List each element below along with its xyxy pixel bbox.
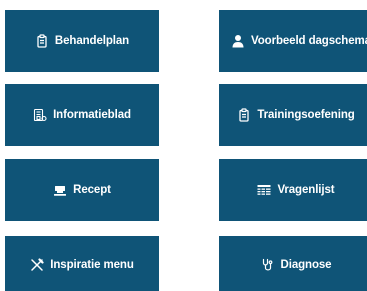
behandelplan-button[interactable]: Behandelplan <box>5 10 159 72</box>
vragenlijst-label: Vragenlijst <box>277 184 335 196</box>
cooking-pot-icon <box>53 183 67 197</box>
stethoscope-icon <box>261 258 275 272</box>
vragenlijst-button[interactable]: Vragenlijst <box>219 159 367 221</box>
person-icon <box>231 34 245 48</box>
recept-button[interactable]: Recept <box>5 159 159 221</box>
clipboard-icon <box>35 34 49 48</box>
diagnose-button[interactable]: Diagnose <box>219 236 367 291</box>
clipboard-icon <box>237 108 251 122</box>
cutlery-icon <box>30 257 44 272</box>
behandelplan-label: Behandelplan <box>54 35 130 47</box>
inspiratie-menu-button[interactable]: Inspiratie menu <box>5 236 159 291</box>
recept-label: Recept <box>73 184 111 196</box>
informatieblad-label: Informatieblad <box>53 109 131 121</box>
trainingsoefening-button[interactable]: Trainingsoefening <box>219 84 367 146</box>
diagnose-label: Diagnose <box>280 258 332 271</box>
voorbeeld-dagschema-button[interactable]: Voorbeeld dagschema <box>219 10 367 72</box>
inspiratie-menu-label: Inspiratie menu <box>50 258 134 271</box>
informatieblad-button[interactable]: Informatieblad <box>5 84 159 146</box>
voorbeeld-dagschema-label: Voorbeeld dagschema <box>251 35 367 47</box>
info-sheet-icon <box>33 108 47 122</box>
list-table-icon <box>257 183 271 197</box>
trainingsoefening-label: Trainingsoefening <box>257 109 355 121</box>
